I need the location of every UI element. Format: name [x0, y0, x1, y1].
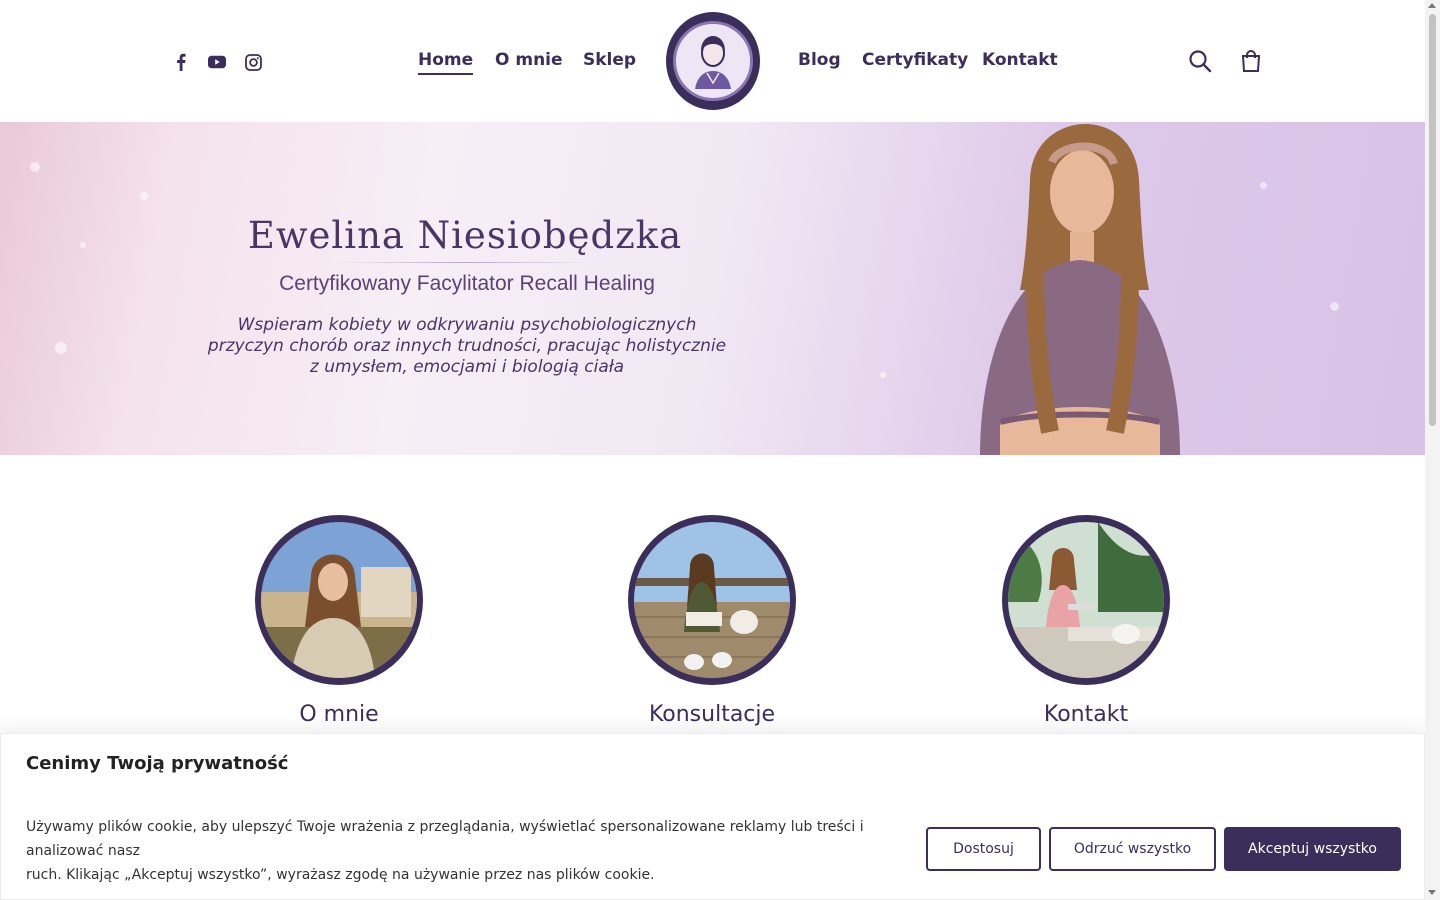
scroll-thumb[interactable]	[1429, 14, 1436, 426]
feature-photo	[261, 522, 417, 678]
sparkle	[1260, 182, 1267, 189]
accept-all-button[interactable]: Akceptuj wszystko	[1224, 827, 1401, 871]
cookie-text-line: Używamy plików cookie, aby ulepszyć Twoj…	[26, 819, 864, 859]
feature-title[interactable]: Kontakt	[986, 702, 1186, 727]
nav-home[interactable]: Home	[418, 50, 474, 75]
sparkle	[140, 192, 148, 200]
customize-button[interactable]: Dostosuj	[926, 827, 1041, 871]
nav-certyfikaty[interactable]: Certyfikaty	[862, 50, 968, 70]
reject-all-button[interactable]: Odrzuć wszystko	[1049, 827, 1216, 871]
hero-description-line: przyczyn chorób oraz innych trudności, p…	[207, 336, 727, 356]
facebook-icon[interactable]	[172, 52, 190, 72]
hero-portrait	[980, 124, 1180, 455]
scroll-down-arrow[interactable]	[1428, 890, 1436, 895]
hero-title: Ewelina Niesiobędzka	[247, 214, 683, 257]
site-header: Home O mnie Sklep Blog Certyfikaty Konta…	[0, 0, 1425, 122]
page-scrollbar[interactable]	[1425, 0, 1440, 900]
feature-photo	[634, 522, 790, 678]
site-logo[interactable]	[666, 12, 760, 110]
scroll-up-arrow[interactable]	[1428, 3, 1436, 8]
nav-kontakt[interactable]: Kontakt	[982, 50, 1058, 70]
sparkle	[30, 162, 40, 172]
sparkle	[55, 342, 67, 354]
feature-circle[interactable]	[1002, 515, 1170, 685]
nav-sklep[interactable]: Sklep	[583, 50, 636, 70]
cookie-banner: Cenimy Twoją prywatność Używamy plików c…	[0, 733, 1425, 900]
sparkle	[1330, 302, 1339, 311]
hero-subtitle: Certyfikowany Facylitator Recall Healing	[279, 272, 655, 295]
search-icon[interactable]	[1188, 49, 1212, 73]
shopping-bag-icon[interactable]	[1240, 49, 1264, 73]
sparkle	[80, 242, 86, 248]
hero-description-line: z umysłem, emocjami i biologią ciała	[309, 357, 625, 377]
feature-photo	[1008, 522, 1164, 678]
youtube-icon[interactable]	[208, 52, 226, 72]
feature-circle[interactable]	[255, 515, 423, 685]
feature-konsultacje[interactable]: Konsultacje	[612, 515, 812, 727]
feature-o-mnie[interactable]: O mnie	[239, 515, 439, 727]
hero-banner: Ewelina Niesiobędzka Certyfikowany Facyl…	[0, 122, 1425, 455]
feature-circle[interactable]	[628, 515, 796, 685]
feature-title[interactable]: O mnie	[239, 702, 439, 727]
cookie-text: Używamy plików cookie, aby ulepszyć Twoj…	[26, 815, 926, 887]
feature-kontakt[interactable]: Kontakt	[986, 515, 1186, 727]
hero-divider	[335, 262, 595, 263]
cookie-title: Cenimy Twoją prywatność	[26, 753, 289, 774]
social-links	[172, 52, 262, 72]
nav-blog[interactable]: Blog	[798, 50, 841, 70]
feature-title[interactable]: Konsultacje	[612, 702, 812, 727]
nav-o-mnie[interactable]: O mnie	[495, 50, 563, 70]
hero-description-line: Wspieram kobiety w odkrywaniu psychobiol…	[237, 315, 697, 335]
cookie-text-line: ruch. Klikając „Akceptuj wszystko”, wyra…	[26, 867, 655, 883]
hero-description: Wspieram kobiety w odkrywaniu psychobiol…	[200, 315, 734, 378]
sparkle	[880, 372, 886, 378]
instagram-icon[interactable]	[244, 52, 262, 72]
logo-emblem	[673, 21, 753, 101]
